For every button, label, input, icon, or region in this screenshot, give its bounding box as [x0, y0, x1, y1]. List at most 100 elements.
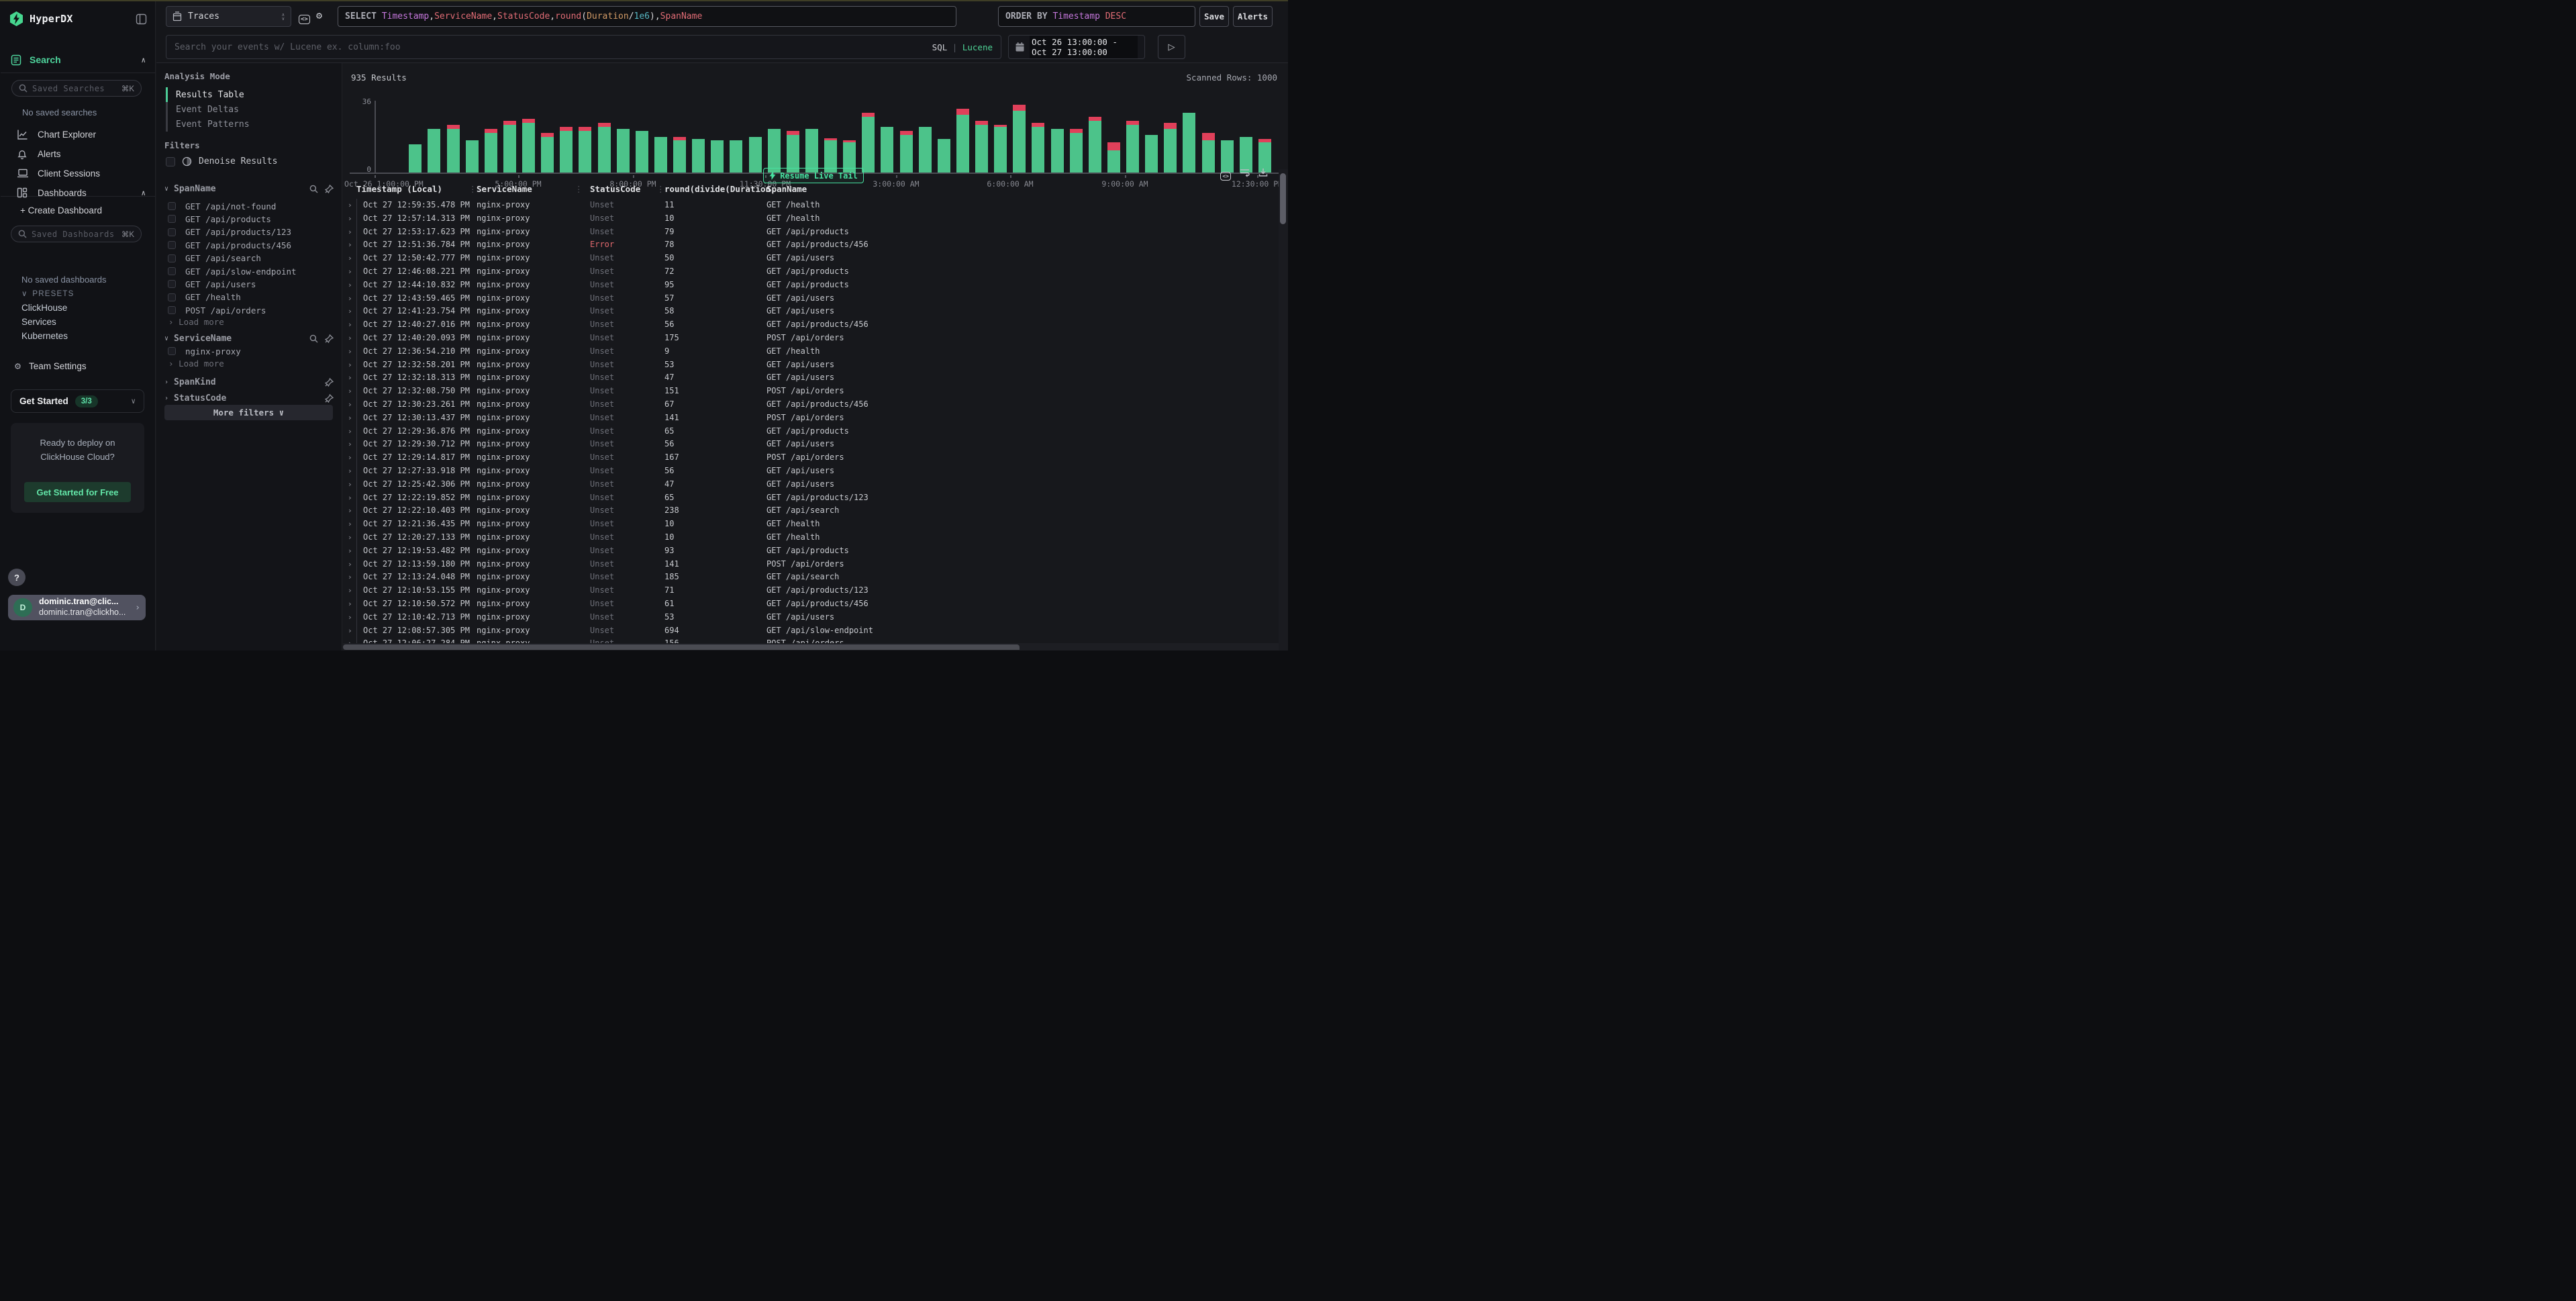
filter-group-servicename[interactable]: ∨ ServiceName — [164, 332, 334, 344]
row-expand-icon[interactable]: › — [348, 624, 352, 638]
table-row[interactable]: ›Oct 27 12:25:42.306 PMnginx-proxyUnset4… — [343, 478, 1279, 491]
table-row[interactable]: ›Oct 27 12:21:36.435 PMnginx-proxyUnset1… — [343, 518, 1279, 531]
horizontal-scrollbar[interactable] — [343, 643, 1279, 650]
row-expand-icon[interactable]: › — [348, 478, 352, 491]
preset-item-kubernetes[interactable]: Kubernetes — [21, 331, 68, 341]
help-button[interactable]: ? — [8, 569, 26, 586]
table-row[interactable]: ›Oct 27 12:30:13.437 PMnginx-proxyUnset1… — [343, 412, 1279, 425]
filter-item[interactable]: GET /health — [168, 291, 334, 303]
preset-item-clickhouse[interactable]: ClickHouse — [21, 303, 67, 313]
row-expand-icon[interactable]: › — [348, 504, 352, 518]
presets-header[interactable]: ∨PRESETS — [21, 289, 75, 298]
table-row[interactable]: ›Oct 27 12:29:30.712 PMnginx-proxyUnset5… — [343, 438, 1279, 451]
table-row[interactable]: ›Oct 27 12:27:33.918 PMnginx-proxyUnset5… — [343, 465, 1279, 478]
preset-item-services[interactable]: Services — [21, 317, 56, 327]
row-expand-icon[interactable]: › — [348, 597, 352, 611]
filter-group-statuscode[interactable]: › StatusCode — [164, 392, 334, 404]
table-row[interactable]: ›Oct 27 12:36:54.210 PMnginx-proxyUnset9… — [343, 345, 1279, 358]
analysis-mode-results-table[interactable]: Results Table — [166, 87, 334, 102]
filter-item[interactable]: GET /api/search — [168, 252, 334, 264]
table-row[interactable]: ›Oct 27 12:29:14.817 PMnginx-proxyUnset1… — [343, 451, 1279, 465]
column-resize-handle[interactable]: ⋮ — [656, 184, 665, 194]
sql-select-input[interactable]: SELECT Timestamp,ServiceName,StatusCode,… — [338, 6, 956, 27]
row-expand-icon[interactable]: › — [348, 544, 352, 558]
sidebar-item-alerts[interactable]: Alerts — [17, 147, 146, 160]
row-expand-icon[interactable]: › — [348, 412, 352, 425]
analysis-mode-event-patterns[interactable]: Event Patterns — [166, 117, 334, 132]
filter-checkbox[interactable] — [168, 347, 176, 355]
col-servicename[interactable]: ServiceName — [477, 184, 532, 194]
filter-checkbox[interactable] — [168, 215, 176, 223]
load-more-spanname[interactable]: › Load more — [168, 317, 224, 327]
table-row[interactable]: ›Oct 27 12:10:53.155 PMnginx-proxyUnset7… — [343, 584, 1279, 597]
filter-checkbox[interactable] — [168, 241, 176, 249]
saved-dashboards-input[interactable]: Saved Dashboards ⌘K — [11, 226, 142, 242]
filter-checkbox[interactable] — [168, 267, 176, 275]
sidebar-item-search[interactable]: Search ∧ — [11, 52, 146, 67]
table-row[interactable]: ›Oct 27 12:22:10.403 PMnginx-proxyUnset2… — [343, 504, 1279, 518]
filter-item[interactable]: GET /api/not-found — [168, 200, 334, 212]
pin-icon[interactable] — [325, 378, 334, 387]
filter-checkbox[interactable] — [168, 254, 176, 262]
row-expand-icon[interactable]: › — [348, 305, 352, 318]
row-expand-icon[interactable]: › — [348, 238, 352, 252]
language-toggle[interactable]: SQL | Lucene — [932, 42, 993, 52]
table-row[interactable]: ›Oct 27 12:30:23.261 PMnginx-proxyUnset6… — [343, 398, 1279, 412]
row-expand-icon[interactable]: › — [348, 292, 352, 305]
row-expand-icon[interactable]: › — [348, 398, 352, 412]
table-row[interactable]: ›Oct 27 12:41:23.754 PMnginx-proxyUnset5… — [343, 305, 1279, 318]
sidebar-item-team-settings[interactable]: ⚙ Team Settings — [15, 360, 87, 372]
date-range-picker[interactable]: Oct 26 13:00:00 - Oct 27 13:00:00 — [1008, 35, 1145, 59]
download-icon[interactable] — [1258, 168, 1268, 181]
horizontal-scrollbar-thumb[interactable] — [343, 644, 1020, 650]
sidebar-item-chart-explorer[interactable]: Chart Explorer — [17, 128, 146, 141]
save-button[interactable]: Save — [1199, 6, 1229, 27]
row-expand-icon[interactable]: › — [348, 265, 352, 279]
vertical-scrollbar[interactable] — [1279, 169, 1288, 650]
get-started-widget[interactable]: Get Started 3/3 ∨ — [11, 389, 144, 413]
sidebar-collapse-icon[interactable] — [136, 13, 147, 25]
sidebar-item-dashboards[interactable]: Dashboards∧ — [17, 186, 146, 199]
row-expand-icon[interactable]: › — [348, 491, 352, 505]
filter-item[interactable]: GET /api/products/456 — [168, 239, 334, 251]
row-expand-icon[interactable]: › — [348, 611, 352, 624]
order-by-input[interactable]: ORDER BY Timestamp DESC — [998, 6, 1195, 27]
table-row[interactable]: ›Oct 27 12:10:42.713 PMnginx-proxyUnset5… — [343, 611, 1279, 624]
source-select[interactable]: Traces ∧∨ — [166, 6, 291, 27]
pin-icon[interactable] — [325, 334, 334, 343]
filter-checkbox[interactable] — [168, 228, 176, 236]
more-filters-button[interactable]: More filters ∨ — [164, 405, 333, 420]
denoise-results-toggle[interactable]: Denoise Results — [166, 156, 277, 166]
analysis-mode-event-deltas[interactable]: Event Deltas — [166, 102, 334, 117]
filter-item[interactable]: GET /api/users — [168, 278, 334, 290]
col-statuscode[interactable]: StatusCode — [590, 184, 640, 194]
filter-item[interactable]: GET /api/products — [168, 213, 334, 225]
create-dashboard-link[interactable]: + Create Dashboard — [20, 205, 102, 215]
row-expand-icon[interactable]: › — [348, 571, 352, 584]
code-view-icon[interactable]: <> — [299, 11, 310, 23]
alerts-button[interactable]: Alerts — [1233, 6, 1273, 27]
row-expand-icon[interactable]: › — [348, 518, 352, 531]
pin-icon[interactable] — [325, 185, 334, 193]
table-row[interactable]: ›Oct 27 12:08:57.305 PMnginx-proxyUnset6… — [343, 624, 1279, 638]
table-row[interactable]: ›Oct 27 12:29:36.876 PMnginx-proxyUnset6… — [343, 425, 1279, 438]
col-spanname[interactable]: SpanName — [766, 184, 807, 194]
table-row[interactable]: ›Oct 27 12:40:27.016 PMnginx-proxyUnset5… — [343, 318, 1279, 332]
filter-checkbox[interactable] — [168, 202, 176, 210]
sql-toggle[interactable]: SQL — [932, 42, 948, 52]
table-row[interactable]: ›Oct 27 12:40:20.093 PMnginx-proxyUnset1… — [343, 332, 1279, 345]
table-row[interactable]: ›Oct 27 12:59:35.478 PMnginx-proxyUnset1… — [343, 199, 1279, 212]
row-expand-icon[interactable]: › — [348, 371, 352, 385]
vertical-scrollbar-thumb[interactable] — [1280, 173, 1286, 224]
row-expand-icon[interactable]: › — [348, 252, 352, 265]
table-row[interactable]: ›Oct 27 12:32:18.313 PMnginx-proxyUnset4… — [343, 371, 1279, 385]
denoise-checkbox[interactable] — [166, 157, 175, 166]
search-icon[interactable] — [309, 185, 318, 193]
row-expand-icon[interactable]: › — [348, 199, 352, 212]
table-row[interactable]: ›Oct 27 12:13:24.048 PMnginx-proxyUnset1… — [343, 571, 1279, 584]
row-expand-icon[interactable]: › — [348, 279, 352, 292]
filter-group-spankind[interactable]: › SpanKind — [164, 376, 334, 388]
sidebar-item-client-sessions[interactable]: Client Sessions — [17, 166, 146, 180]
row-expand-icon[interactable]: › — [348, 345, 352, 358]
row-expand-icon[interactable]: › — [348, 226, 352, 239]
